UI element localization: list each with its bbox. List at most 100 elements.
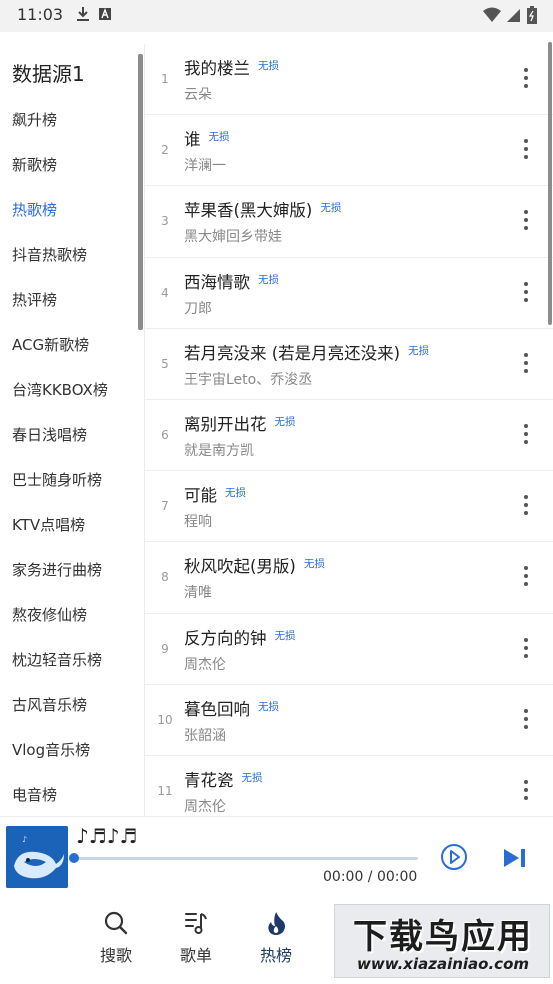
status-time: 11:03 (17, 5, 64, 24)
lossless-badge: 无损 (408, 344, 430, 357)
more-options-icon[interactable] (520, 493, 532, 519)
nav-playlist-label: 歌单 (179, 946, 212, 965)
song-artist: 黑大婶回乡带娃 (184, 229, 282, 246)
progress-thumb[interactable] (69, 853, 79, 863)
sidebar-item[interactable]: 古风音乐榜 (0, 691, 138, 736)
sidebar-item[interactable]: 新歌榜 (0, 151, 138, 196)
song-row[interactable]: 2 谁无损洋澜一 (145, 115, 553, 187)
song-row[interactable]: 11 青花瓷 无损周杰伦 (145, 756, 553, 816)
song-title-wrap: 我的楼兰 无损 (184, 55, 279, 79)
song-number: 5 (161, 356, 169, 371)
song-title: 苹果香(黑大婶版) (184, 201, 313, 221)
lossless-badge: 无损 (274, 629, 296, 642)
more-options-icon[interactable] (520, 564, 532, 590)
song-number: 6 (161, 427, 169, 442)
progress-track[interactable] (74, 857, 418, 860)
status-bar: 11:03 (0, 0, 553, 32)
more-options-icon[interactable] (520, 422, 532, 448)
sidebar-item[interactable]: KTV点唱榜 (0, 511, 138, 556)
song-title-wrap: 秋风吹起(男版) 无损 (184, 553, 325, 577)
lossless-badge: 无损 (258, 273, 279, 286)
song-title-wrap: 可能 无损 (184, 482, 246, 506)
sidebar-item[interactable]: 台湾KKBOX榜 (0, 376, 138, 421)
sidebar-item[interactable]: 抖音热歌榜 (0, 241, 138, 286)
song-title: 我的楼兰 (184, 59, 250, 78)
nav-search-label: 搜歌 (99, 946, 132, 965)
song-artist: 清唯 (184, 585, 212, 602)
nav-hot[interactable]: 热榜 (246, 910, 306, 966)
sidebar-item[interactable]: 春日浅唱榜 (0, 421, 138, 466)
song-number: 4 (161, 285, 169, 300)
more-options-icon[interactable] (520, 280, 532, 306)
song-title-wrap: 离别开出花 无损 (184, 411, 296, 435)
song-row[interactable]: 4 西海情歌 无损 刀郎 (145, 258, 553, 329)
more-options-icon[interactable] (520, 66, 532, 92)
song-row[interactable]: 6 离别开出花 无损 就是南方凯 (145, 400, 553, 472)
song-row[interactable]: 9 反方向的钟 无损 周杰伦 (145, 614, 553, 685)
sidebar-item[interactable]: Vlog音乐榜 (0, 736, 138, 781)
song-title-wrap: 若月亮没来 (若是月亮还没来) 无损 (184, 340, 429, 364)
song-artist: 王宇宙Leto、乔浚丞 (184, 371, 313, 388)
song-title-wrap: 青花瓷 无损 (184, 767, 263, 791)
download-icon (77, 7, 89, 21)
sidebar-item[interactable]: 枕边轻音乐榜 (0, 646, 138, 691)
song-artist: 周杰伦 (184, 798, 226, 815)
song-list-scrollbar[interactable] (548, 42, 552, 325)
album-cover[interactable]: ♪ (6, 826, 68, 888)
song-row[interactable]: 3 苹果香(黑大婶版) 无损黑大婶回乡带娃 (145, 186, 553, 258)
search-icon (104, 911, 128, 935)
song-row[interactable]: 8 秋风吹起(男版) 无损 清唯 (145, 542, 553, 614)
song-number: 11 (157, 783, 173, 798)
lossless-badge: 无损 (258, 60, 279, 72)
more-options-icon[interactable] (520, 636, 532, 662)
more-options-icon[interactable] (520, 137, 532, 163)
song-artist: 云朵 (184, 87, 212, 103)
song-artist: 张韶涵 (184, 727, 226, 744)
song-title-wrap: 谁无损 (184, 126, 230, 150)
lossless-badge: 无损 (303, 558, 325, 571)
watermark-title: 下载鸟应用 (353, 917, 533, 957)
song-title-wrap: 暮色回响 无损 (184, 696, 279, 720)
song-title: 反方向的钟 (184, 628, 267, 648)
song-row[interactable]: 1 我的楼兰 无损云朵 (145, 44, 553, 116)
whale-cover-icon: ♪ (6, 826, 68, 888)
song-row[interactable]: 5 若月亮没来 (若是月亮还没来) 无损王宇宙Leto、乔浚丞 (145, 329, 553, 400)
song-number: 1 (161, 72, 169, 86)
more-options-icon[interactable] (520, 707, 532, 733)
lossless-badge: 无损 (225, 487, 246, 500)
song-title: 谁 (184, 130, 201, 150)
sidebar-item[interactable]: 飙升榜 (0, 106, 138, 151)
play-button[interactable] (440, 843, 468, 871)
sidebar-item[interactable]: 家务进行曲榜 (0, 556, 138, 601)
mini-player[interactable]: ♪ ♪♬♪♬ 00:00 / 00:00 (0, 816, 553, 893)
song-title: 青花瓷 (184, 770, 234, 790)
svg-text:♪: ♪ (22, 835, 27, 844)
next-track-button[interactable] (502, 847, 528, 869)
song-number: 7 (161, 499, 169, 514)
song-number: 3 (161, 214, 169, 229)
player-time: 00:00 / 00:00 (323, 869, 418, 885)
sidebar-title: 数据源1 (12, 62, 85, 86)
sidebar-item[interactable]: ACG新歌榜 (0, 331, 138, 376)
more-options-icon[interactable] (520, 351, 532, 377)
a-badge-icon (99, 8, 111, 20)
lossless-badge: 无损 (274, 415, 296, 428)
sidebar-item[interactable]: 电音榜 (0, 781, 138, 816)
song-title-wrap: 反方向的钟 无损 (184, 625, 296, 649)
song-row[interactable]: 10 暮色回响 无损 张韶涵 (145, 685, 553, 756)
song-artist: 刀郎 (184, 300, 212, 317)
sidebar-item[interactable]: 熬夜修仙榜 (0, 601, 138, 646)
song-artist: 洋澜一 (184, 158, 226, 175)
song-artist: 周杰伦 (184, 656, 226, 673)
nav-search[interactable]: 搜歌 (86, 910, 146, 966)
more-options-icon[interactable] (520, 208, 532, 234)
more-options-icon[interactable] (520, 778, 532, 804)
nav-playlist[interactable]: 歌单 (166, 910, 226, 966)
lossless-badge: 无损 (320, 202, 342, 215)
sidebar-item[interactable]: 热歌榜 (0, 196, 138, 241)
song-number: 2 (161, 143, 169, 158)
sidebar-item[interactable]: 巴士随身听榜 (0, 466, 138, 511)
song-row[interactable]: 7 可能 无损 程响 (145, 471, 553, 543)
sidebar-item[interactable]: 热评榜 (0, 286, 138, 331)
sidebar-scrollbar[interactable] (138, 54, 143, 330)
